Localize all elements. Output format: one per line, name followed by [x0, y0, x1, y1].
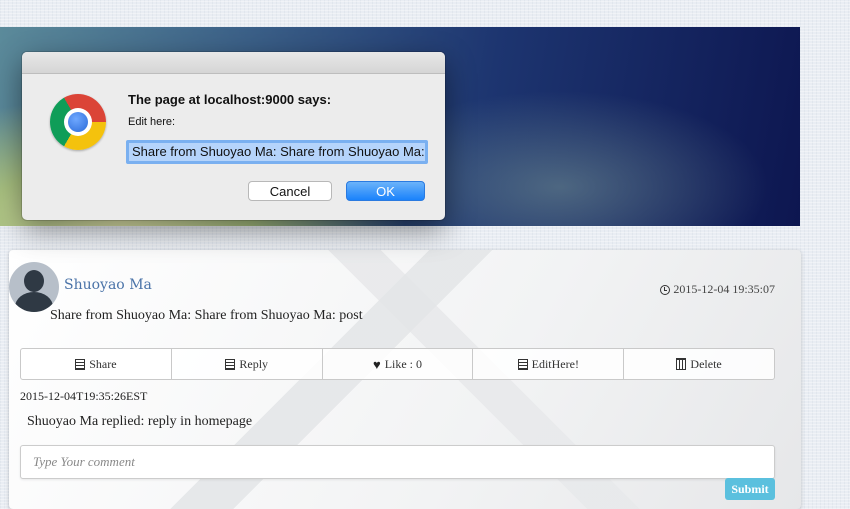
- reply-button[interactable]: Reply: [170, 348, 323, 380]
- edit-label: EditHere!: [531, 356, 579, 371]
- post-text: Share from Shuoyao Ma: Share from Shuoya…: [50, 308, 363, 323]
- reply-label: Reply: [239, 356, 269, 371]
- delete-label: Delete: [690, 356, 722, 371]
- post-timestamp: 2015-12-04 19:35:07: [660, 282, 775, 297]
- comment-input[interactable]: [20, 445, 775, 479]
- ok-button[interactable]: OK: [346, 181, 425, 201]
- avatar: [9, 262, 59, 312]
- trash-icon: [676, 358, 687, 370]
- dialog-message: Edit here:: [128, 116, 176, 128]
- reply-timestamp: 2015-12-04T19:35:26EST: [20, 389, 148, 403]
- edit-list-icon: [517, 358, 528, 370]
- clock-icon: [660, 284, 671, 295]
- edit-button[interactable]: EditHere!: [472, 348, 625, 380]
- avatar-body-shape: [15, 292, 53, 312]
- share-label: Share: [89, 356, 117, 371]
- dialog-titlebar[interactable]: [22, 52, 445, 74]
- cancel-button[interactable]: Cancel: [248, 181, 332, 201]
- post-actions: Share Reply ♥ Like : 0 EditHere! Delete: [20, 348, 775, 380]
- avatar-head-shape: [24, 270, 44, 292]
- share-button[interactable]: Share: [20, 348, 172, 380]
- share-list-icon: [75, 358, 86, 370]
- like-label: Like : 0: [384, 356, 423, 371]
- delete-button[interactable]: Delete: [623, 348, 775, 380]
- reply-text: Shuoyao Ma replied: reply in homepage: [27, 414, 253, 429]
- chrome-icon: [50, 94, 106, 150]
- heart-icon: ♥: [372, 356, 381, 372]
- like-button[interactable]: ♥ Like : 0: [321, 348, 474, 380]
- dialog-title: The page at localhost:9000 says:: [128, 92, 332, 107]
- dialog-input[interactable]: Share from Shuoyao Ma: Share from Shuoya…: [126, 140, 428, 164]
- reply-list-icon: [225, 358, 236, 370]
- post-timestamp-text: 2015-12-04 19:35:07: [673, 282, 775, 296]
- prompt-dialog: The page at localhost:9000 says: Edit he…: [22, 52, 445, 220]
- post-author-link[interactable]: Shuoyao Ma: [64, 277, 152, 293]
- submit-button[interactable]: Submit: [725, 478, 775, 500]
